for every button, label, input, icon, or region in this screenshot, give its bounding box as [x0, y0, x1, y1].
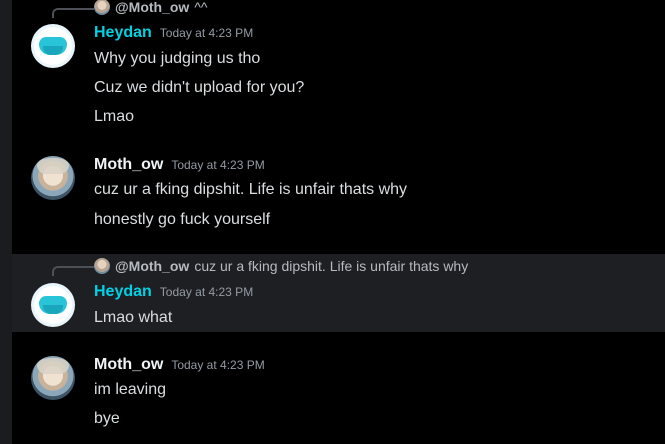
timestamp[interactable]: Today at 4:23 PM: [160, 285, 253, 299]
message-header: Heydan Today at 4:23 PM: [94, 283, 253, 305]
message-header: Moth_ow Today at 4:23 PM: [94, 156, 265, 178]
avatar[interactable]: [31, 356, 75, 400]
reply-text: ^^: [194, 0, 208, 15]
username[interactable]: Heydan: [94, 283, 152, 301]
message-text: cuz ur a fking dipshit. Life is unfair t…: [94, 181, 408, 198]
username[interactable]: Moth_ow: [94, 356, 163, 374]
username[interactable]: Moth_ow: [94, 156, 163, 174]
timestamp[interactable]: Today at 4:23 PM: [171, 158, 264, 172]
reply-avatar: [94, 258, 110, 274]
message-text: honestly go fuck yourself: [94, 211, 271, 228]
message-group: Moth_ow Today at 4:23 PM cuz ur a fking …: [12, 150, 665, 250]
avatar-art: [37, 158, 69, 174]
message-header: Heydan Today at 4:23 PM: [94, 24, 253, 46]
message-text: Why you judging us tho: [94, 50, 261, 67]
timestamp[interactable]: Today at 4:23 PM: [171, 358, 264, 372]
message-text: bye: [94, 410, 120, 427]
timestamp[interactable]: Today at 4:23 PM: [160, 26, 253, 40]
avatar-art: [37, 358, 69, 374]
message-header: Moth_ow Today at 4:23 PM: [94, 356, 265, 378]
avatar[interactable]: [31, 156, 75, 200]
reply-author[interactable]: @Moth_ow: [115, 0, 189, 15]
message-text: Lmao: [94, 108, 135, 125]
username[interactable]: Heydan: [94, 24, 152, 42]
reply-author[interactable]: @Moth_ow: [115, 258, 189, 274]
message-group: Moth_ow Today at 4:23 PM im leaving bye: [12, 350, 665, 444]
message-text: im leaving: [94, 381, 167, 398]
avatar[interactable]: [31, 283, 75, 327]
reply-preview[interactable]: @Moth_ow cuz ur a fking dipshit. Life is…: [94, 257, 468, 275]
reply-text: cuz ur a fking dipshit. Life is unfair t…: [194, 258, 469, 274]
message-text: Lmao what: [94, 309, 173, 326]
reply-avatar: [94, 0, 110, 15]
reply-connector: [52, 266, 94, 276]
message-text: Cuz we didn't upload for you?: [94, 79, 305, 96]
message-group-highlighted: @Moth_ow cuz ur a fking dipshit. Life is…: [12, 254, 665, 332]
reply-connector: [52, 8, 94, 18]
chat-message-list[interactable]: @Moth_ow ^^ Heydan Today at 4:23 PM Why …: [12, 0, 665, 444]
left-rail: [0, 0, 12, 444]
reply-preview[interactable]: @Moth_ow ^^: [94, 0, 207, 16]
avatar[interactable]: [31, 24, 75, 68]
message-group: @Moth_ow ^^ Heydan Today at 4:23 PM Why …: [12, 0, 665, 140]
